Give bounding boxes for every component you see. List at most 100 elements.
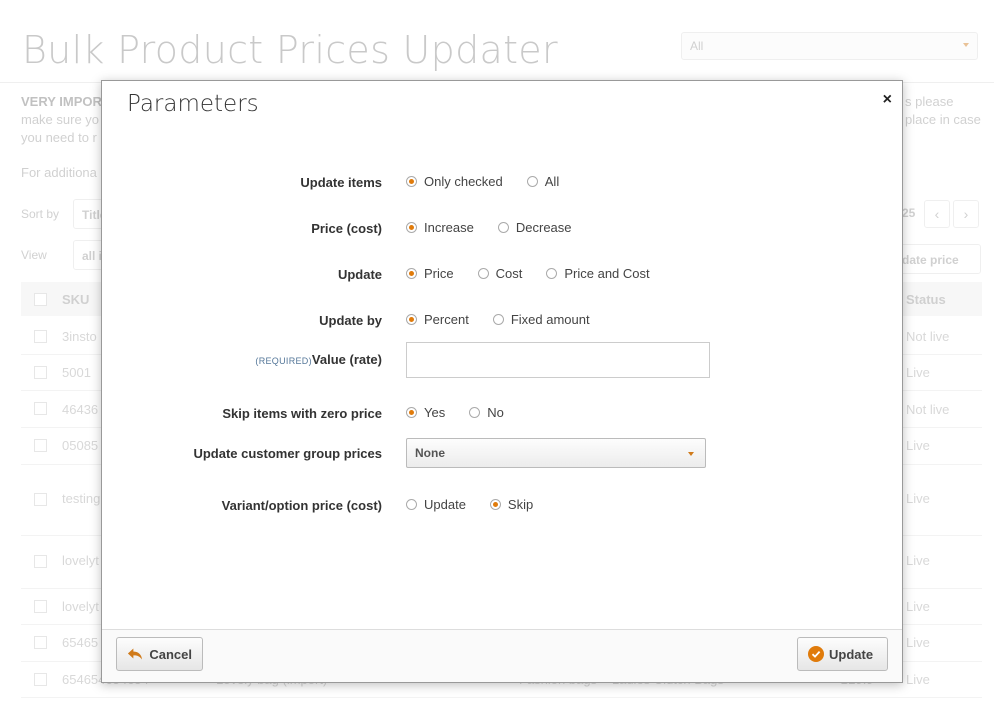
notice-text: VERY IMPOR make sure yo you need to r bbox=[21, 93, 111, 147]
field-label: Update bbox=[337, 267, 382, 282]
field-label: Update items bbox=[300, 175, 382, 190]
radio-unselected-icon bbox=[492, 314, 504, 325]
field-update: Update Price Cost Price and Cost bbox=[102, 259, 902, 289]
radio-unselected-icon bbox=[546, 268, 558, 279]
option-label: Yes bbox=[424, 405, 446, 420]
field-update-by: Update by Percent Fixed amount bbox=[102, 305, 902, 335]
additional-info: For additiona bbox=[21, 165, 97, 180]
field-label: Update by bbox=[319, 313, 382, 328]
row-status: Live bbox=[906, 438, 930, 453]
update-price-button[interactable]: date price bbox=[895, 244, 981, 274]
radio-price[interactable]: Price bbox=[406, 266, 454, 281]
view-label: View bbox=[21, 248, 47, 262]
radio-selected-icon bbox=[406, 222, 417, 233]
row-status: Live bbox=[906, 599, 930, 614]
row-sku: 65465 bbox=[62, 635, 99, 650]
radio-cost[interactable]: Cost bbox=[477, 266, 522, 281]
dialog-title: Parameters bbox=[127, 91, 259, 117]
radio-unselected-icon bbox=[477, 268, 489, 279]
page-title: Bulk Product Prices Updater bbox=[22, 28, 558, 72]
row-checkbox[interactable] bbox=[34, 402, 47, 415]
radio-selected-icon bbox=[406, 407, 417, 418]
option-label: Price and Cost bbox=[564, 266, 650, 281]
option-label: Skip bbox=[507, 497, 534, 512]
filter-select[interactable]: All bbox=[681, 32, 978, 60]
row-status: Live bbox=[906, 635, 930, 650]
row-checkbox[interactable] bbox=[34, 439, 47, 452]
row-checkbox[interactable] bbox=[34, 555, 47, 568]
row-checkbox[interactable] bbox=[34, 366, 47, 379]
radio-group-variant-price: Update Skip bbox=[406, 497, 557, 512]
undo-arrow-icon bbox=[127, 648, 142, 660]
field-customer-group: Update customer group prices None bbox=[102, 437, 902, 469]
radio-increase[interactable]: Increase bbox=[406, 220, 474, 235]
field-label: Update customer group prices bbox=[193, 446, 382, 461]
radio-group-update-by: Percent Fixed amount bbox=[406, 312, 614, 327]
check-circle-icon bbox=[808, 646, 824, 662]
page-count: 25 bbox=[902, 206, 916, 220]
row-checkbox[interactable] bbox=[34, 330, 47, 343]
field-label-text: Value (rate) bbox=[311, 352, 382, 367]
radio-unselected-icon bbox=[469, 407, 481, 418]
filter-value: All bbox=[690, 39, 704, 53]
chevron-down-icon bbox=[688, 452, 694, 456]
notice-right: s please place in case bbox=[905, 93, 981, 129]
field-variant-price: Variant/option price (cost) Update Skip bbox=[102, 490, 902, 520]
field-value-rate: (REQUIRED)Value (rate) bbox=[102, 341, 902, 379]
row-status: Live bbox=[906, 672, 930, 687]
radio-skip[interactable]: Skip bbox=[489, 497, 534, 512]
chevron-down-icon bbox=[963, 43, 969, 47]
row-status: Live bbox=[906, 491, 930, 506]
radio-update[interactable]: Update bbox=[406, 497, 466, 512]
radio-unselected-icon bbox=[526, 176, 538, 187]
close-icon[interactable]: × bbox=[883, 91, 892, 109]
option-label: Fixed amount bbox=[510, 312, 590, 327]
customer-group-select[interactable]: None bbox=[406, 438, 706, 468]
radio-decrease[interactable]: Decrease bbox=[497, 220, 572, 235]
row-checkbox[interactable] bbox=[34, 673, 47, 686]
value-rate-input[interactable] bbox=[406, 342, 710, 378]
radio-unselected-icon bbox=[497, 222, 509, 233]
update-label: Update bbox=[829, 646, 874, 662]
radio-unselected-icon bbox=[406, 499, 417, 510]
field-price-cost: Price (cost) Increase Decrease bbox=[102, 213, 902, 243]
row-sku: 5001 bbox=[62, 365, 91, 380]
notice-right2: place in case bbox=[905, 112, 981, 127]
select-value: None bbox=[415, 446, 445, 460]
update-button[interactable]: Update bbox=[797, 637, 888, 671]
column-sku: SKU bbox=[62, 292, 90, 307]
field-skip-zero: Skip items with zero price Yes No bbox=[102, 398, 902, 428]
option-label: Update bbox=[424, 497, 466, 512]
option-label: Increase bbox=[424, 220, 474, 235]
prev-page-button[interactable]: ‹ bbox=[924, 200, 950, 228]
radio-no[interactable]: No bbox=[469, 405, 504, 420]
radio-selected-icon bbox=[406, 176, 417, 187]
option-label: Only checked bbox=[424, 174, 503, 189]
row-checkbox[interactable] bbox=[34, 636, 47, 649]
row-sku: 05085 bbox=[62, 438, 99, 453]
notice-right1: s please bbox=[905, 94, 954, 109]
next-page-button[interactable]: › bbox=[953, 200, 979, 228]
row-status: Live bbox=[906, 553, 930, 568]
select-all-checkbox[interactable] bbox=[34, 293, 47, 306]
row-sku: 3insto bbox=[62, 329, 97, 344]
radio-all[interactable]: All bbox=[526, 174, 559, 189]
cancel-button[interactable]: Cancel bbox=[116, 637, 203, 671]
row-status: Not live bbox=[906, 402, 950, 417]
field-update-items: Update items Only checked All bbox=[102, 167, 902, 197]
radio-selected-icon bbox=[406, 314, 417, 325]
radio-fixed-amount[interactable]: Fixed amount bbox=[492, 312, 590, 327]
notice-bold: VERY IMPOR bbox=[21, 94, 102, 109]
radio-selected-icon bbox=[489, 499, 501, 510]
row-checkbox[interactable] bbox=[34, 600, 47, 613]
dialog-footer: Cancel Update bbox=[102, 629, 902, 682]
radio-percent[interactable]: Percent bbox=[406, 312, 469, 327]
row-sku: lovelyt bbox=[62, 553, 99, 568]
radio-yes[interactable]: Yes bbox=[406, 405, 445, 420]
row-checkbox[interactable] bbox=[34, 493, 47, 506]
row-status: Not live bbox=[906, 329, 950, 344]
column-status: Status bbox=[906, 292, 946, 307]
cancel-label: Cancel bbox=[149, 646, 192, 662]
radio-only-checked[interactable]: Only checked bbox=[406, 174, 503, 189]
radio-price-and-cost[interactable]: Price and Cost bbox=[546, 266, 650, 281]
